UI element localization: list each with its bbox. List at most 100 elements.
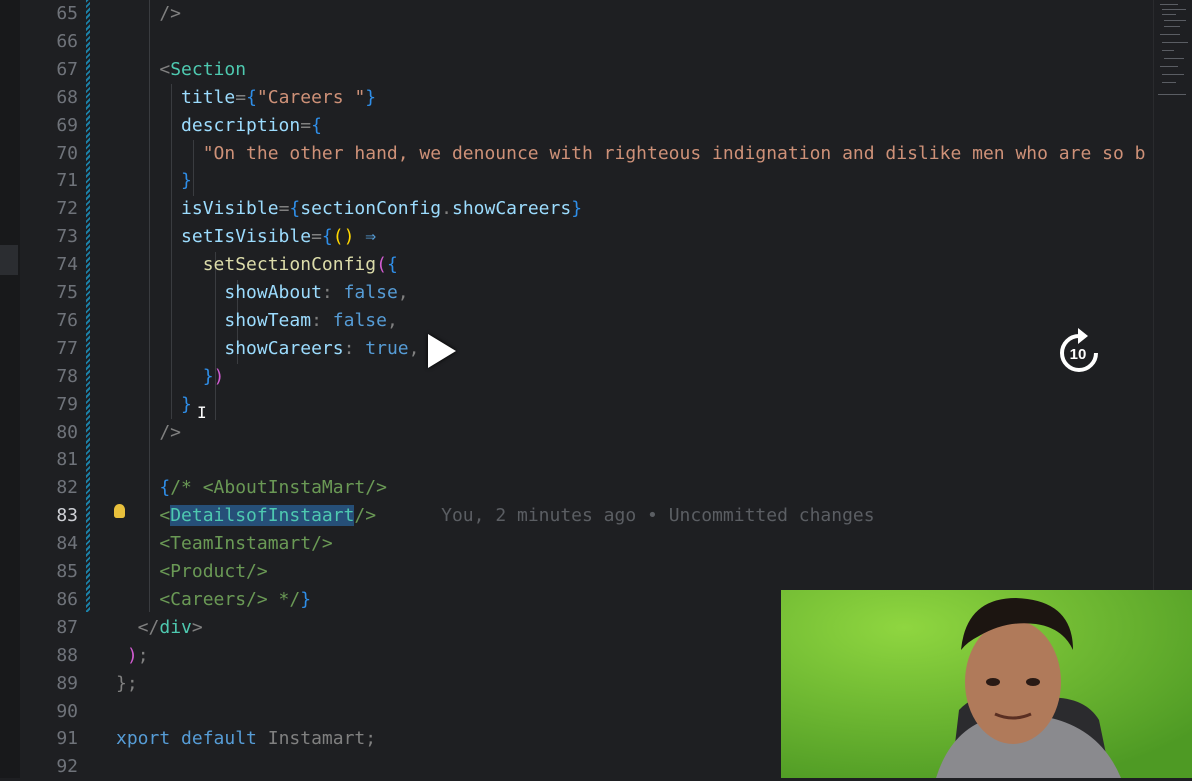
code-text[interactable]: }	[116, 391, 192, 419]
code-line[interactable]: 77 showCareers: true,	[20, 335, 1154, 363]
line-number: 84	[56, 533, 78, 555]
code-text[interactable]: isVisible={sectionConfig.showCareers}	[116, 195, 582, 223]
code-text[interactable]: xport default Instamart;	[116, 725, 376, 753]
code-line[interactable]: 71 }	[20, 167, 1154, 195]
line-number: 83	[56, 505, 78, 527]
code-line[interactable]: 85 <Product/>	[20, 558, 1154, 586]
code-line[interactable]: 83 <DetailsofInstaart/> You, 2 minutes a…	[20, 502, 1154, 530]
code-token: =	[311, 226, 322, 248]
code-text[interactable]: })	[116, 363, 225, 391]
code-line[interactable]: 68 title={"Careers "}	[20, 84, 1154, 112]
lightbulb-icon[interactable]	[114, 504, 125, 518]
line-number: 85	[56, 561, 78, 582]
code-line[interactable]: 73 setIsVisible={() ⇒	[20, 223, 1154, 251]
code-text[interactable]: "On the other hand, we denounce with rig…	[116, 140, 1146, 168]
code-token: :	[321, 282, 344, 303]
code-token: false	[343, 282, 398, 303]
code-line[interactable]: 72 isVisible={sectionConfig.showCareers}	[20, 195, 1154, 223]
code-text[interactable]: showTeam: false,	[116, 307, 397, 335]
replay-10-icon[interactable]: 10	[1056, 325, 1102, 375]
code-text[interactable]: );	[116, 642, 149, 670]
code-line[interactable]: 84 <TeamInstamart/>	[20, 530, 1154, 558]
code-text[interactable]: description={	[116, 112, 322, 140]
code-line[interactable]: 80 />	[20, 419, 1154, 447]
code-line[interactable]: 79 }	[20, 391, 1154, 419]
code-token: {	[311, 114, 322, 136]
code-token: "On the other hand, we denounce with rig…	[116, 142, 1146, 164]
code-text[interactable]: />	[116, 0, 181, 28]
line-number: 88	[56, 644, 78, 666]
code-token: {	[289, 198, 301, 220]
code-text[interactable]: setIsVisible={() ⇒	[116, 223, 376, 251]
code-token: /* <AboutInstaMart/>	[170, 477, 387, 499]
code-line[interactable]: 65 />	[20, 0, 1154, 28]
replay-seconds: 10	[1070, 346, 1087, 363]
code-token: false	[332, 309, 387, 331]
code-text[interactable]: showAbout: false,	[116, 279, 408, 307]
activity-bar-active-marker	[0, 245, 18, 275]
code-text[interactable]: <DetailsofInstaart/> You, 2 minutes ago …	[116, 502, 875, 530]
line-number: 71	[56, 170, 78, 192]
code-token: }	[365, 86, 377, 108]
code-token: description	[116, 114, 301, 136]
code-line[interactable]: 70 "On the other hand, we denounce with …	[20, 140, 1154, 168]
line-number: 75	[56, 282, 78, 303]
code-token: ,	[408, 337, 420, 359]
code-token: />	[354, 505, 377, 527]
code-token: =	[235, 86, 247, 108]
code-line[interactable]: 82 {/* <AboutInstaMart/>	[20, 474, 1154, 502]
code-token: showTeam	[116, 309, 312, 331]
code-text[interactable]: }	[116, 167, 192, 195]
play-icon[interactable]	[428, 334, 456, 368]
code-text[interactable]: <Product/>	[116, 558, 267, 586]
git-blame-annotation: You, 2 minutes ago • Uncommitted changes	[376, 505, 875, 527]
code-line[interactable]: 76 showTeam: false,	[20, 307, 1154, 335]
text-cursor-icon: I	[197, 403, 207, 422]
webcam-overlay	[781, 590, 1192, 778]
code-token: />	[116, 3, 182, 24]
code-text[interactable]: />	[116, 419, 181, 447]
code-text[interactable]: {/* <AboutInstaMart/>	[116, 474, 387, 502]
code-token: }	[116, 365, 214, 387]
selected-text: DetailsofInstaart	[170, 505, 355, 527]
code-token: sectionConfig	[300, 198, 442, 220]
code-token: {	[246, 86, 257, 108]
code-token: :	[343, 337, 366, 359]
code-text[interactable]: setSectionConfig({	[116, 251, 398, 279]
code-token: setSectionConfig	[116, 254, 377, 276]
code-line[interactable]: 74 setSectionConfig({	[20, 251, 1154, 279]
code-token: Section	[170, 58, 247, 80]
line-number: 91	[56, 728, 78, 750]
code-token: {	[116, 477, 171, 499]
code-token: ()	[332, 226, 355, 248]
presenter-video	[781, 590, 1192, 778]
code-text[interactable]: };	[116, 670, 138, 698]
code-token: <TeamInstamart/>	[116, 533, 333, 555]
code-token: };	[116, 672, 138, 694]
code-line[interactable]: 75 showAbout: false,	[20, 279, 1154, 307]
code-line[interactable]: 81	[20, 446, 1154, 474]
code-text[interactable]: <TeamInstamart/>	[116, 530, 333, 558]
line-number: 82	[56, 477, 78, 499]
line-number: 69	[56, 114, 78, 136]
code-text[interactable]: title={"Careers "}	[116, 84, 376, 112]
line-number: 72	[56, 198, 78, 220]
code-token: Instamart;	[256, 728, 377, 750]
code-token: ⇒	[354, 226, 377, 248]
code-text[interactable]: <Careers/> */}	[116, 586, 311, 614]
code-line[interactable]: 78 })	[20, 363, 1154, 391]
code-line[interactable]: 66	[20, 28, 1154, 56]
code-text[interactable]: showCareers: true,	[116, 335, 419, 363]
line-number: 66	[56, 30, 78, 52]
line-number: 80	[56, 421, 78, 443]
activity-bar	[0, 0, 20, 778]
code-token: showCareers	[451, 198, 572, 220]
line-number: 73	[56, 226, 78, 248]
code-text[interactable]: <Section	[116, 56, 246, 84]
code-text[interactable]: </div>	[116, 614, 203, 642]
line-number: 87	[56, 616, 78, 638]
code-line[interactable]: 67 <Section	[20, 56, 1154, 84]
code-token: "Careers "	[256, 86, 366, 108]
code-line[interactable]: 69 description={	[20, 112, 1154, 140]
line-number: 89	[56, 672, 78, 694]
